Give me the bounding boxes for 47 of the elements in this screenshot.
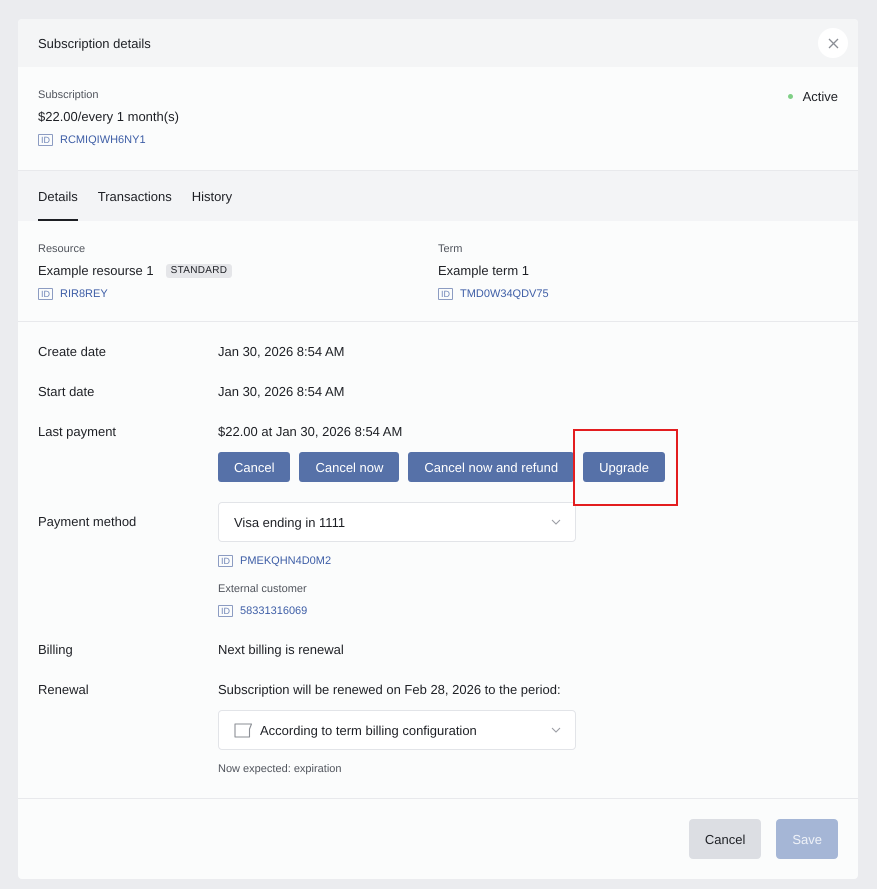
field-label: Create date	[38, 343, 107, 361]
action-button[interactable]: Cancel	[218, 452, 290, 482]
field-label: Start date	[38, 383, 96, 401]
id-link[interactable]: RIR8REY	[60, 288, 108, 300]
action-button[interactable]: Upgrade	[583, 452, 665, 482]
field-caption: External customer	[218, 582, 307, 596]
id-tag: ID	[38, 134, 53, 146]
id-tag: ID	[38, 288, 53, 300]
field-label: Billing	[38, 641, 74, 659]
field-value: Jan 30, 2026 8:54 AM	[218, 383, 344, 401]
dialog-title: Subscription details	[38, 36, 151, 50]
field-label: Resource	[38, 242, 86, 256]
field-label: Term	[438, 242, 464, 256]
field-label: Subscription	[38, 88, 100, 102]
field-value: Jan 30, 2026 8:54 AM	[218, 343, 344, 361]
chevron-down-icon	[551, 519, 561, 525]
field-value: $22.00 at Jan 30, 2026 8:54 AM	[218, 423, 402, 441]
select-field[interactable]: According to term billing configuration	[218, 710, 576, 750]
id-link[interactable]: TMD0W34QDV75	[460, 288, 549, 300]
field-caption: Now expected: expiration	[218, 762, 342, 776]
action-button[interactable]: Cancel now	[299, 452, 400, 482]
id-link[interactable]: PMEKQHN4D0M2	[240, 555, 332, 567]
cancel-button[interactable]: Cancel	[688, 819, 762, 859]
id-tag: ID	[438, 288, 453, 300]
field-value: Next billing is renewal	[218, 641, 344, 659]
field-value: Subscription will be renewed on Feb 28, 2026 to the period:	[218, 681, 561, 699]
id-tag: ID	[218, 555, 233, 567]
action-button[interactable]: Cancel now and refund	[408, 452, 574, 482]
plan-badge: STANDARD	[166, 264, 232, 278]
subscription-price: $22.00/every 1 month(s)	[38, 108, 179, 126]
tab[interactable]: History	[192, 171, 232, 221]
select-field[interactable]: Visa ending in 1111	[218, 502, 576, 542]
reference-name: Example term 1	[438, 262, 530, 280]
field-label: Last payment	[38, 423, 118, 441]
close-button[interactable]	[818, 28, 848, 58]
id-link[interactable]: RCMIQIWH6NY1	[60, 134, 146, 146]
label-icon	[234, 722, 253, 738]
tab[interactable]: Details	[38, 171, 78, 221]
field-label: Renewal	[38, 681, 90, 699]
chevron-down-icon	[551, 727, 561, 733]
field-label: Payment method	[38, 513, 138, 531]
id-link[interactable]: 58331316069	[240, 605, 308, 617]
close-icon	[828, 38, 838, 48]
reference-name: Example resourse 1	[38, 262, 154, 280]
id-tag: ID	[218, 605, 233, 617]
status-label: Active	[802, 88, 838, 104]
tab[interactable]: Transactions	[98, 171, 172, 221]
